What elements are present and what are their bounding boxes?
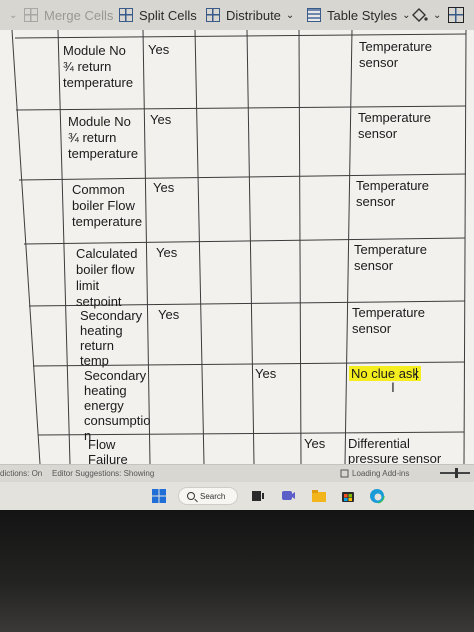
row6-col6-cell[interactable]: No clue ask [349, 366, 421, 382]
document-page[interactable]: Module No ¾ return temperature Yes Tempe… [0, 30, 474, 464]
row1-col6-cell[interactable]: Temperature sensor [359, 39, 432, 71]
borders-button[interactable] [448, 4, 470, 26]
merge-cells-label: Merge Cells [44, 7, 114, 23]
row7-name-cell[interactable]: Flow Failure [88, 437, 128, 464]
text-cursor [416, 368, 417, 380]
chevron-down-icon: ⌄ [433, 9, 442, 21]
split-cells-label: Split Cells [139, 7, 197, 23]
highlighted-text: No clue ask [349, 366, 421, 381]
table-styles-label: Table Styles [327, 7, 398, 23]
merge-cells-icon [24, 8, 38, 22]
taskbar-search[interactable]: Search [178, 487, 238, 505]
row4-name-cell[interactable]: Calculated boiler flow limit setpoint [76, 246, 137, 310]
taskbar: Search [0, 482, 474, 510]
row6-name-cell[interactable]: Secondary heating energy consumptio n [84, 368, 150, 443]
addins-icon [340, 469, 349, 478]
table-styles-button[interactable]: Table Styles ⌄ [307, 4, 410, 26]
predictions-status[interactable]: dictions: On [0, 469, 42, 478]
row6-col4-cell[interactable]: Yes [255, 366, 276, 382]
table-styles-icon [307, 8, 321, 22]
split-cells-icon [119, 8, 133, 22]
search-label: Search [200, 491, 226, 501]
store-icon[interactable] [340, 488, 356, 504]
row1-col2-cell[interactable]: Yes [148, 42, 169, 58]
row3-col6-cell[interactable]: Temperature sensor [356, 178, 429, 210]
row1-name-cell[interactable]: Module No ¾ return temperature [63, 43, 133, 91]
row4-col2-cell[interactable]: Yes [156, 245, 177, 261]
chevron-down-icon: ⌄ [285, 9, 295, 21]
zoom-slider-thumb[interactable] [455, 468, 458, 478]
distribute-icon [206, 8, 220, 22]
edge-browser-icon[interactable] [369, 488, 385, 504]
screen: ⌄ Merge Cells Split Cells Distribute ⌄ T… [0, 0, 474, 510]
borders-icon [448, 7, 464, 23]
row4-col6-cell[interactable]: Temperature sensor [354, 242, 427, 274]
row3-col2-cell[interactable]: Yes [153, 180, 174, 196]
windows-start-icon[interactable] [151, 488, 167, 504]
row2-col6-cell[interactable]: Temperature sensor [358, 110, 431, 142]
row7-col6-cell[interactable]: Differential pressure sensor [348, 436, 441, 464]
monitor-bezel [0, 510, 474, 632]
shading-button[interactable]: ⌄ [410, 4, 441, 26]
row5-col6-cell[interactable]: Temperature sensor [352, 305, 425, 337]
row7-col5-cell[interactable]: Yes [304, 436, 325, 452]
file-explorer-icon[interactable] [311, 488, 327, 504]
split-cells-button[interactable]: Split Cells [119, 4, 197, 26]
row5-col2-cell[interactable]: Yes [158, 307, 179, 323]
chevron-down-icon: ⌄ [9, 9, 18, 21]
teams-chat-icon[interactable] [280, 488, 296, 504]
distribute-label: Distribute [226, 7, 281, 23]
distribute-button[interactable]: Distribute ⌄ [206, 4, 294, 26]
addins-label: Loading Add-ins [352, 469, 410, 478]
row3-name-cell[interactable]: Common boiler Flow temperature [72, 182, 142, 230]
ribbon-overflow-chevron[interactable]: ⌄ [4, 4, 17, 26]
task-view-icon[interactable] [250, 488, 266, 504]
table-layout-ribbon: ⌄ Merge Cells Split Cells Distribute ⌄ T… [0, 0, 474, 31]
row2-col2-cell[interactable]: Yes [150, 112, 171, 128]
row5-name-cell[interactable]: Secondary heating return temp [80, 308, 142, 368]
row2-name-cell[interactable]: Module No ¾ return temperature [68, 114, 138, 162]
ibeam-cursor-icon: I [391, 379, 395, 395]
editor-suggestions-status[interactable]: Editor Suggestions: Showing [52, 469, 154, 478]
addins-status: Loading Add-ins [340, 469, 409, 478]
paint-bucket-icon [412, 8, 428, 22]
merge-cells-button[interactable]: Merge Cells [24, 4, 113, 26]
status-bar: dictions: On Editor Suggestions: Showing… [0, 464, 474, 483]
search-icon [187, 492, 195, 500]
